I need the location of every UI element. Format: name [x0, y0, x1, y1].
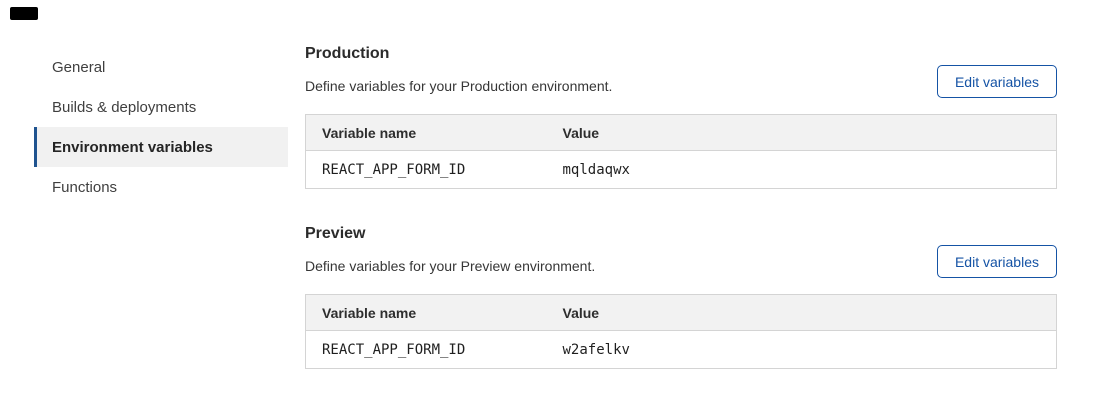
preview-section-title: Preview	[305, 224, 1057, 243]
settings-sidebar: General Builds & deployments Environment…	[34, 47, 288, 207]
sidebar-item-functions[interactable]: Functions	[34, 167, 288, 207]
variable-name-cell: REACT_APP_FORM_ID	[306, 151, 547, 189]
table-header-row: Variable name Value	[306, 295, 1057, 331]
preview-section: Preview Define variables for your Previe…	[305, 189, 1057, 369]
top-left-marker	[10, 7, 38, 20]
production-section-title: Production	[305, 44, 1057, 63]
sidebar-item-environment-variables[interactable]: Environment variables	[34, 127, 288, 167]
variable-value-cell: mqldaqwx	[547, 151, 1057, 189]
table-header-row: Variable name Value	[306, 115, 1057, 151]
settings-page: General Builds & deployments Environment…	[0, 0, 1100, 420]
edit-variables-button-preview[interactable]: Edit variables	[937, 245, 1057, 278]
preview-variables-table: Variable name Value REACT_APP_FORM_ID w2…	[305, 294, 1057, 369]
column-header-value: Value	[547, 295, 1057, 331]
column-header-variable-name: Variable name	[306, 115, 547, 151]
edit-variables-button-production[interactable]: Edit variables	[937, 65, 1057, 98]
column-header-variable-name: Variable name	[306, 295, 547, 331]
environment-variables-panel: Production Define variables for your Pro…	[305, 0, 1057, 369]
production-section: Production Define variables for your Pro…	[305, 0, 1057, 189]
variable-name-cell: REACT_APP_FORM_ID	[306, 331, 547, 369]
column-header-value: Value	[547, 115, 1057, 151]
table-row: REACT_APP_FORM_ID mqldaqwx	[306, 151, 1057, 189]
table-row: REACT_APP_FORM_ID w2afelkv	[306, 331, 1057, 369]
sidebar-item-general[interactable]: General	[34, 47, 288, 87]
production-variables-table: Variable name Value REACT_APP_FORM_ID mq…	[305, 114, 1057, 189]
variable-value-cell: w2afelkv	[547, 331, 1057, 369]
sidebar-item-builds-deployments[interactable]: Builds & deployments	[34, 87, 288, 127]
